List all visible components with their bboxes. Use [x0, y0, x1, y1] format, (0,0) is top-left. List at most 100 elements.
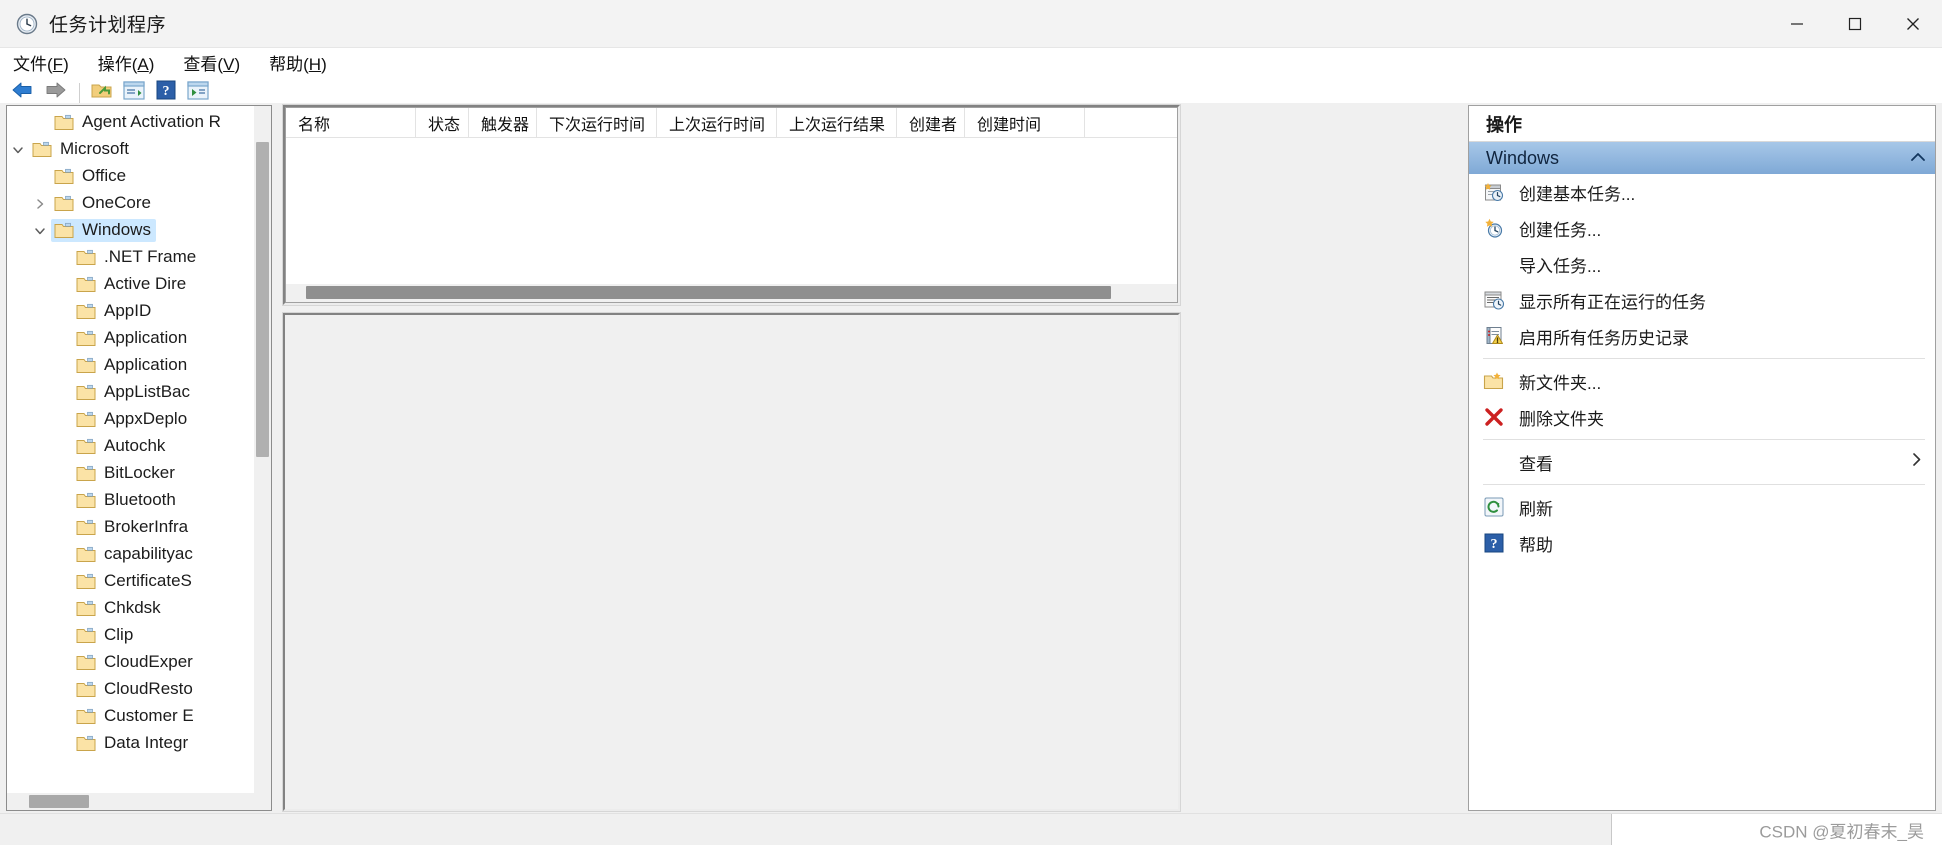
action-item-4[interactable]: 启用所有任务历史记录	[1469, 318, 1935, 354]
maximize-button[interactable]	[1826, 0, 1884, 48]
menu-view[interactable]: 查看(V)	[183, 50, 240, 75]
action-item-2[interactable]: 导入任务...	[1469, 246, 1935, 282]
tree-item-agent-activation-r[interactable]: Agent Activation R	[7, 109, 254, 136]
tree-item-appxdeplo[interactable]: AppxDeplo	[7, 406, 254, 433]
tree-item-data-integr[interactable]: Data Integr	[7, 730, 254, 757]
chevron-right-icon[interactable]	[29, 198, 51, 210]
close-button[interactable]	[1884, 0, 1942, 48]
tree-item-chkdsk[interactable]: Chkdsk	[7, 595, 254, 622]
folder-icon	[76, 438, 96, 455]
tree-item-content[interactable]: Bluetooth	[73, 489, 181, 512]
tree-item-clip[interactable]: Clip	[7, 622, 254, 649]
column-header-3[interactable]: 下次运行时间	[537, 108, 657, 137]
tree-item-certificates[interactable]: CertificateS	[7, 568, 254, 595]
chevron-down-icon[interactable]	[29, 225, 51, 237]
tree-item-content[interactable]: Application	[73, 327, 192, 350]
tree-item-brokerinfra[interactable]: BrokerInfra	[7, 514, 254, 541]
column-header-1[interactable]: 状态	[416, 108, 469, 137]
action-item-7[interactable]: 查看	[1469, 444, 1935, 480]
title-bar: 任务计划程序	[0, 0, 1942, 48]
minimize-button[interactable]	[1768, 0, 1826, 48]
svg-text:?: ?	[1491, 537, 1498, 552]
tree-item-content[interactable]: Windows	[51, 219, 156, 242]
tree-item-content[interactable]: AppID	[73, 300, 156, 323]
menu-help[interactable]: 帮助(H)	[269, 50, 327, 75]
column-header-4[interactable]: 上次运行时间	[657, 108, 777, 137]
action-item-0[interactable]: 创建基本任务...	[1469, 174, 1935, 210]
action-item-6[interactable]: 删除文件夹	[1469, 399, 1935, 435]
action-item-9[interactable]: ? 帮助	[1469, 525, 1935, 561]
tree-horizontal-scrollbar[interactable]	[7, 793, 254, 810]
window-controls	[1768, 0, 1942, 48]
menu-file[interactable]: 文件(F)	[13, 50, 69, 75]
action-item-1[interactable]: 创建任务...	[1469, 210, 1935, 246]
console-tree[interactable]: Agent Activation R Microsoft Office OneCore…	[7, 109, 254, 793]
chevron-down-icon[interactable]	[7, 144, 29, 156]
tree-item-microsoft[interactable]: Microsoft	[7, 136, 254, 163]
tree-item-content[interactable]: OneCore	[51, 192, 156, 215]
column-header-0[interactable]: 名称	[286, 108, 416, 137]
tree-item-applistbac[interactable]: AppListBac	[7, 379, 254, 406]
tree-item-content[interactable]: CloudExper	[73, 651, 198, 674]
tree-item-cloudexper[interactable]: CloudExper	[7, 649, 254, 676]
tree-vertical-scrollbar[interactable]	[254, 106, 271, 793]
tree-item-customer-e[interactable]: Customer E	[7, 703, 254, 730]
tree-item-net-frame[interactable]: .NET Frame	[7, 244, 254, 271]
tree-item-content[interactable]: AppListBac	[73, 381, 195, 404]
tree-vertical-scroll-thumb[interactable]	[256, 142, 269, 457]
action-item-3[interactable]: 显示所有正在运行的任务	[1469, 282, 1935, 318]
tree-item-windows[interactable]: Windows	[7, 217, 254, 244]
tree-item-active-dire[interactable]: Active Dire	[7, 271, 254, 298]
tree-item-bluetooth[interactable]: Bluetooth	[7, 487, 254, 514]
task-list-column-header[interactable]: 名称 状态 触发器 下次运行时间 上次运行时间 上次运行结果 创建者 创建时间	[286, 108, 1177, 138]
tree-item-content[interactable]: Clip	[73, 624, 138, 647]
column-header-7[interactable]: 创建时间	[965, 108, 1085, 137]
tree-item-label: AppID	[104, 301, 152, 320]
tree-item-content[interactable]: Active Dire	[73, 273, 191, 296]
tree-item-office[interactable]: Office	[7, 163, 254, 190]
tree-item-autochk[interactable]: Autochk	[7, 433, 254, 460]
tree-item-content[interactable]: Application	[73, 354, 192, 377]
tree-item-content[interactable]: Chkdsk	[73, 597, 166, 620]
tree-item-content[interactable]: CloudResto	[73, 678, 198, 701]
actions-group-windows[interactable]: Windows	[1469, 142, 1935, 174]
tree-item-content[interactable]: AppxDeplo	[73, 408, 192, 431]
task-list-scroll-thumb[interactable]	[306, 286, 1111, 299]
tree-item-capabilityac[interactable]: capabilityac	[7, 541, 254, 568]
task-list-body[interactable]	[286, 139, 1177, 283]
action-item-label: 刷新	[1519, 499, 1553, 519]
action-item-5[interactable]: 新文件夹...	[1469, 363, 1935, 399]
folder-icon	[76, 519, 96, 536]
tree-item-cloudresto[interactable]: CloudResto	[7, 676, 254, 703]
folder-icon	[76, 654, 96, 671]
tree-item-label: AppListBac	[104, 382, 190, 401]
folder-icon	[76, 735, 96, 752]
tree-item-content[interactable]: BrokerInfra	[73, 516, 193, 539]
tree-item-bitlocker[interactable]: BitLocker	[7, 460, 254, 487]
tree-item-content[interactable]: BitLocker	[73, 462, 180, 485]
menu-action[interactable]: 操作(A)	[98, 50, 155, 75]
tree-item-appid[interactable]: AppID	[7, 298, 254, 325]
tree-item-content[interactable]: Office	[51, 165, 131, 188]
task-list-horizontal-scrollbar[interactable]	[286, 284, 1177, 302]
back-arrow-icon	[11, 80, 35, 105]
column-header-6[interactable]: 创建者	[897, 108, 965, 137]
column-header-2[interactable]: 触发器	[469, 108, 537, 137]
tree-item-application[interactable]: Application	[7, 352, 254, 379]
tree-item-onecore[interactable]: OneCore	[7, 190, 254, 217]
tree-item-content[interactable]: Microsoft	[29, 138, 134, 161]
tree-item-application[interactable]: Application	[7, 325, 254, 352]
chevron-right-icon[interactable]	[1912, 453, 1921, 471]
tree-item-content[interactable]: CertificateS	[73, 570, 197, 593]
tree-item-content[interactable]: Customer E	[73, 705, 199, 728]
tree-item-content[interactable]: Data Integr	[73, 732, 193, 755]
tree-item-content[interactable]: Agent Activation R	[51, 111, 226, 134]
chevron-up-icon[interactable]	[1911, 151, 1925, 165]
tree-item-content[interactable]: Autochk	[73, 435, 170, 458]
column-header-5[interactable]: 上次运行结果	[777, 108, 897, 137]
tree-item-content[interactable]: capabilityac	[73, 543, 198, 566]
tree-item-content[interactable]: .NET Frame	[73, 246, 201, 269]
tree-horizontal-scroll-thumb[interactable]	[29, 795, 89, 808]
task-scheduler-window: 任务计划程序 文件(F) 操作(A) 查看(V) 帮助(H) ? Agent A…	[0, 0, 1942, 845]
action-item-8[interactable]: 刷新	[1469, 489, 1935, 525]
